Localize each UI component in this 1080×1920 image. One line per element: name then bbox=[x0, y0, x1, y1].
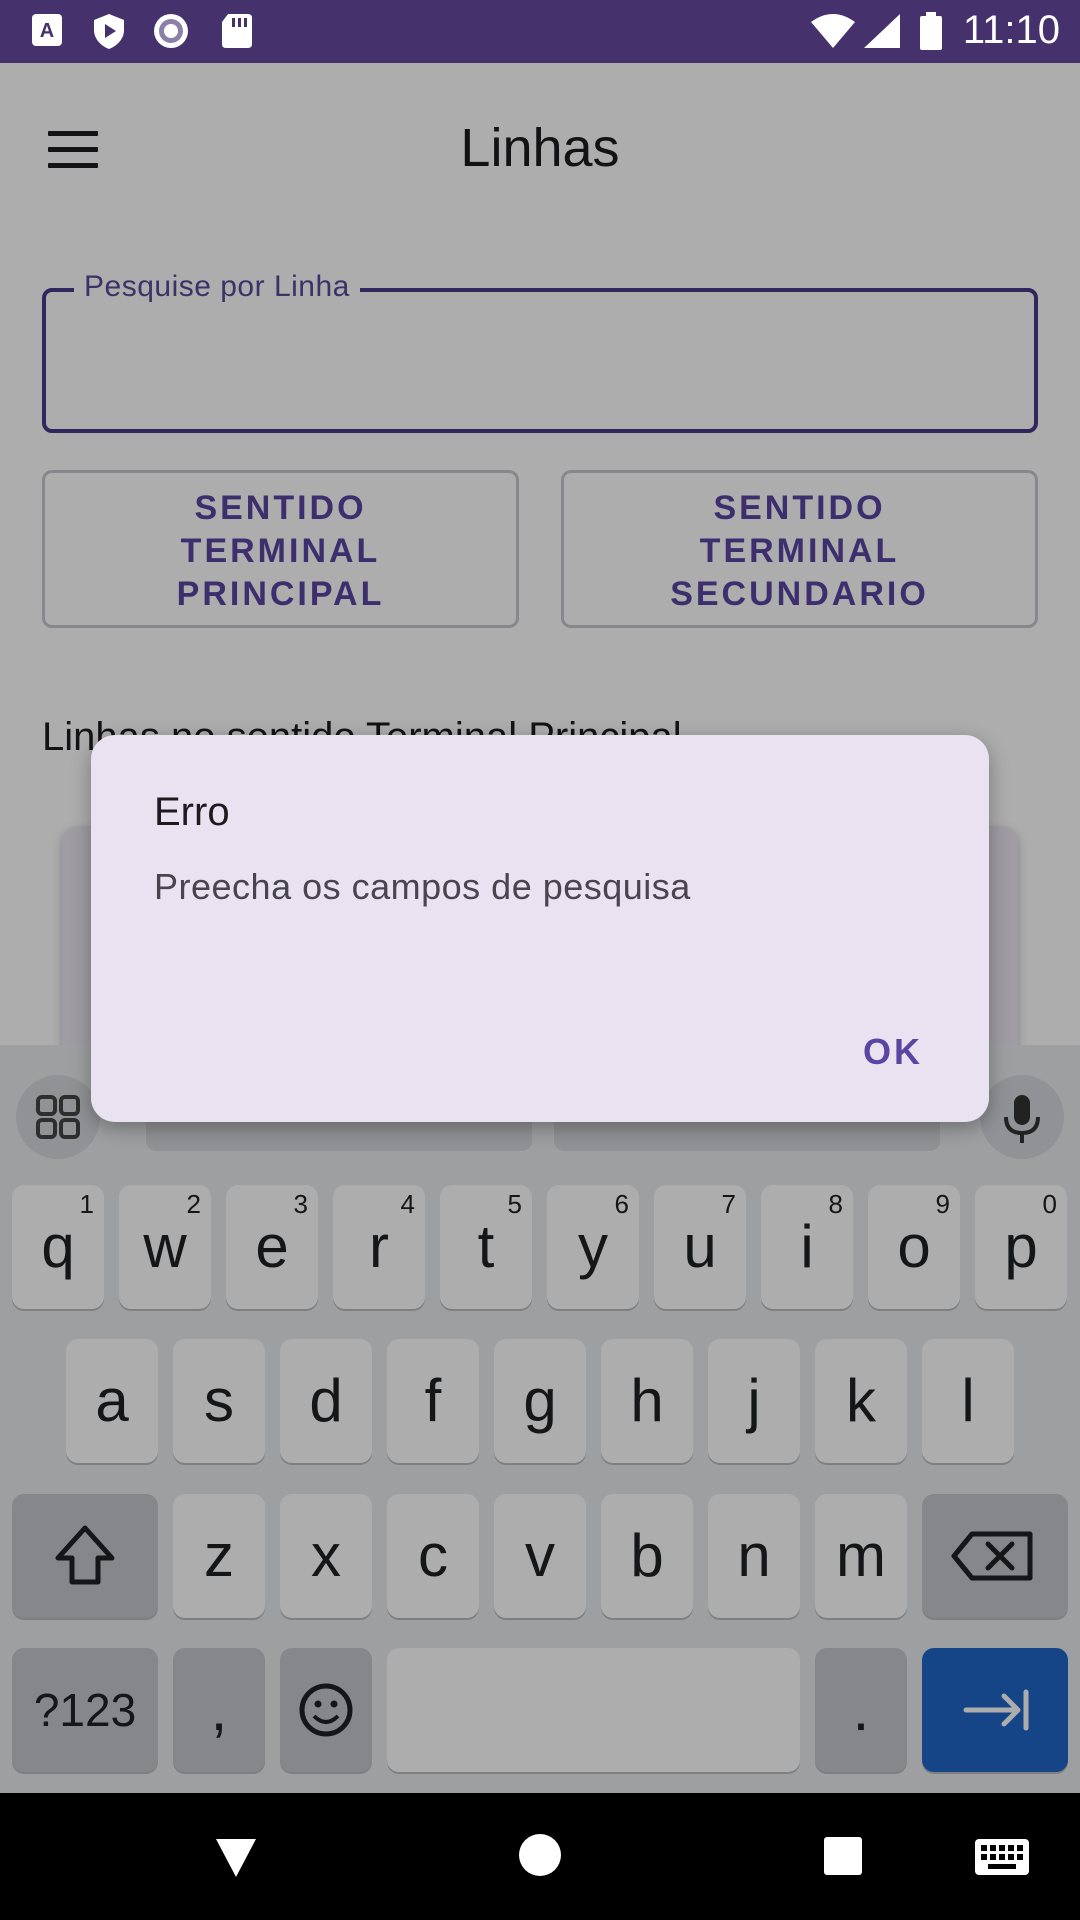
signal-icon bbox=[864, 14, 900, 48]
shield-play-icon bbox=[94, 14, 124, 49]
ok-button[interactable]: OK bbox=[863, 1031, 923, 1073]
home-circle-icon[interactable] bbox=[518, 1833, 562, 1877]
dialog-message: Preecha os campos de pesquisa bbox=[154, 866, 691, 907]
status-time: 11:10 bbox=[962, 8, 1060, 52]
battery-icon bbox=[920, 12, 942, 50]
record-icon bbox=[154, 14, 188, 48]
status-bar: A 11:10 bbox=[0, 0, 1080, 63]
dialog-title: Erro bbox=[154, 790, 230, 834]
sd-card-icon bbox=[222, 14, 252, 48]
recents-square-icon[interactable] bbox=[822, 1835, 864, 1877]
back-triangle-icon[interactable] bbox=[212, 1833, 260, 1881]
error-dialog: Erro Preecha os campos de pesquisa OK bbox=[91, 735, 989, 1122]
app-a-icon: A bbox=[32, 14, 62, 46]
wifi-icon bbox=[811, 14, 855, 48]
keyboard-icon[interactable] bbox=[974, 1837, 1030, 1877]
svg-text:A: A bbox=[40, 20, 54, 42]
navigation-bar bbox=[0, 1793, 1080, 1920]
